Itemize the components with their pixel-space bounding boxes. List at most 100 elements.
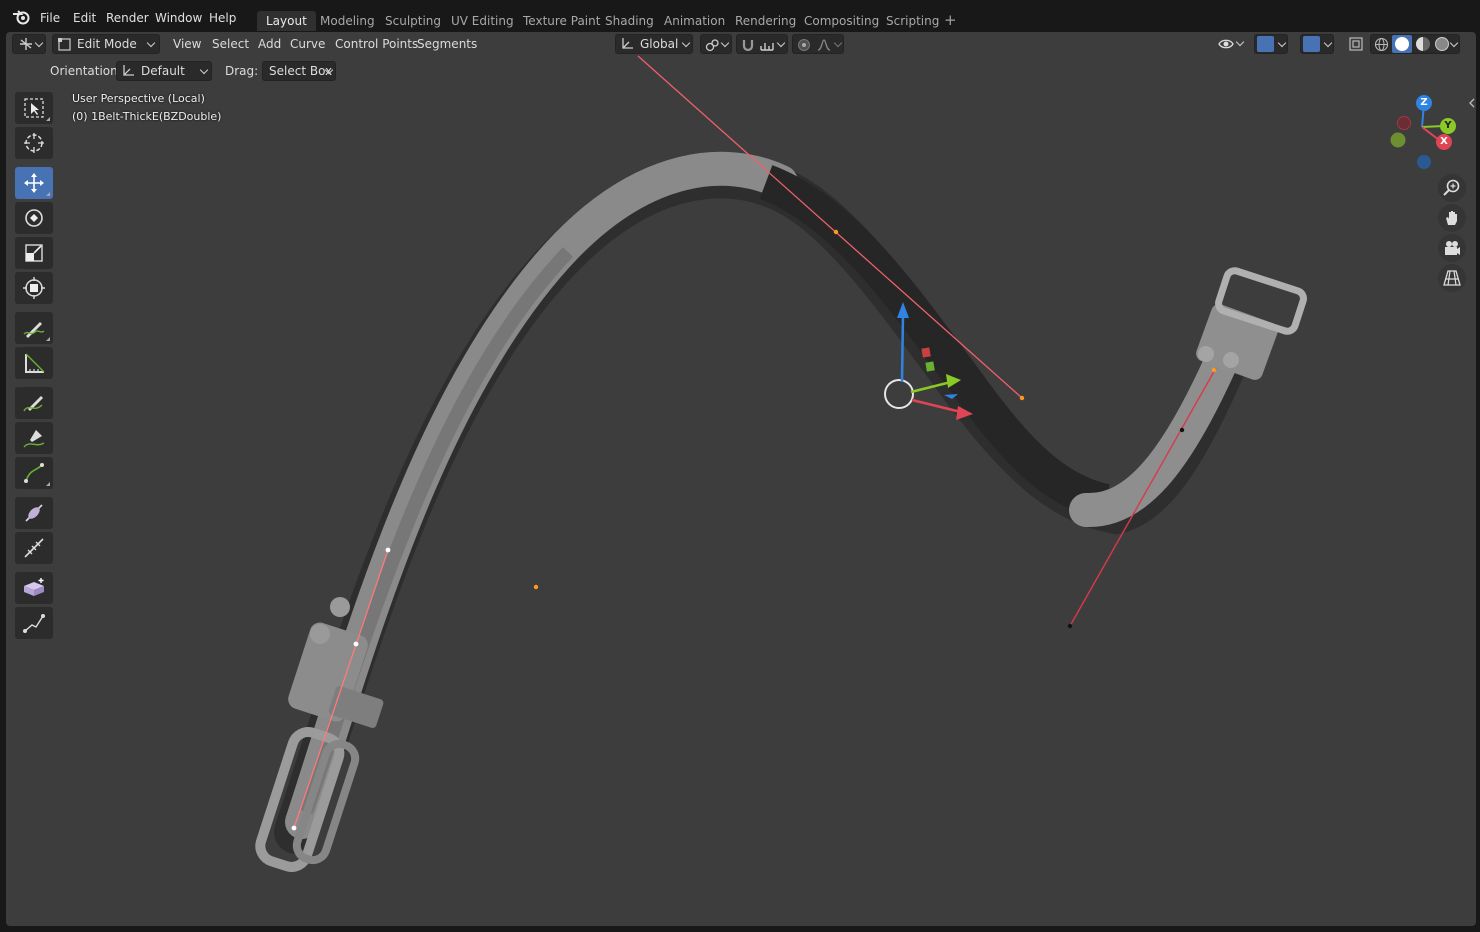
tool-annotate[interactable] bbox=[15, 312, 53, 344]
tool-cursor[interactable] bbox=[15, 127, 53, 159]
chevron-down-icon bbox=[199, 65, 209, 75]
perspective-toggle-button[interactable] bbox=[1438, 264, 1466, 292]
solid-shading-icon bbox=[1395, 37, 1409, 51]
rendered-shading-icon[interactable] bbox=[1435, 37, 1449, 51]
overlays-toggle[interactable] bbox=[1300, 34, 1334, 54]
pivot-point-dropdown[interactable] bbox=[700, 34, 732, 54]
control-point bbox=[291, 825, 297, 831]
camera-view-button[interactable] bbox=[1438, 234, 1466, 262]
top-bar: File Edit Render Window Help Layout Mode… bbox=[0, 0, 1480, 32]
editor-type-icon bbox=[20, 38, 32, 50]
zoom-button[interactable] bbox=[1438, 174, 1466, 202]
control-point bbox=[353, 641, 359, 647]
menu-edit[interactable]: Edit bbox=[73, 10, 96, 26]
annotate-icon bbox=[23, 322, 45, 338]
blender-logo-icon[interactable] bbox=[12, 8, 32, 26]
tool-draw[interactable] bbox=[15, 387, 53, 419]
gizmo-axis-z[interactable]: Z bbox=[1416, 95, 1432, 111]
tool-tilt[interactable] bbox=[15, 497, 53, 529]
tool-variants-indicator bbox=[46, 117, 50, 121]
orientation-axes-icon bbox=[123, 65, 134, 76]
wireframe-shading-icon[interactable] bbox=[1374, 37, 1389, 52]
xray-toggle[interactable] bbox=[1346, 34, 1366, 54]
viewport-scene bbox=[255, 55, 1445, 872]
eye-icon bbox=[1218, 39, 1234, 49]
menu-help[interactable]: Help bbox=[209, 10, 236, 26]
plus-icon[interactable]: + bbox=[944, 11, 957, 29]
handle-line-top bbox=[637, 55, 1023, 399]
drag-dropdown[interactable]: Select Box bbox=[262, 61, 336, 81]
tool-transform[interactable] bbox=[15, 272, 53, 304]
tool-scale[interactable] bbox=[15, 237, 53, 269]
tab-animation[interactable]: Animation bbox=[655, 11, 734, 31]
object-name: (0) 1Belt-ThickE(BZDouble) bbox=[72, 110, 222, 123]
menu-add[interactable]: Add bbox=[258, 34, 281, 54]
tab-shading[interactable]: Shading bbox=[596, 11, 663, 31]
tool-variants-indicator bbox=[46, 337, 50, 341]
transform-orientation-dropdown[interactable]: Global bbox=[615, 34, 693, 54]
control-point bbox=[1179, 427, 1185, 433]
3d-viewport[interactable]: Z Y X Edit Mode View Select Add Curve Co… bbox=[6, 32, 1476, 926]
magnet-icon bbox=[742, 40, 754, 52]
tool-randomize[interactable] bbox=[15, 607, 53, 639]
menu-window[interactable]: Window bbox=[155, 10, 202, 26]
chevron-down-icon bbox=[1235, 37, 1245, 47]
tool-radius[interactable] bbox=[15, 532, 53, 564]
menu-render[interactable]: Render bbox=[106, 10, 149, 26]
menu-view[interactable]: View bbox=[173, 34, 201, 54]
grid-perspective-icon bbox=[1443, 270, 1461, 286]
orientation-dropdown[interactable]: Default bbox=[116, 61, 212, 81]
tool-curve-pen[interactable] bbox=[15, 457, 53, 489]
tab-compositing[interactable]: Compositing bbox=[795, 11, 888, 31]
pivot-icon bbox=[705, 39, 719, 52]
proportional-edit-controls[interactable] bbox=[792, 34, 844, 54]
tool-select-box[interactable] bbox=[15, 92, 53, 124]
visibility-dropdown[interactable] bbox=[1216, 34, 1248, 54]
tool-rotate[interactable] bbox=[15, 202, 53, 234]
chevron-down-icon bbox=[1323, 38, 1333, 48]
proportional-edit-icon bbox=[798, 39, 810, 51]
material-shading-icon[interactable] bbox=[1416, 37, 1430, 51]
chevron-down-icon bbox=[776, 38, 786, 48]
orientation-value: Global bbox=[640, 37, 679, 51]
radius-icon bbox=[24, 538, 44, 558]
tab-scripting[interactable]: Scripting bbox=[877, 11, 948, 31]
xray-icon bbox=[1349, 37, 1363, 51]
menu-file[interactable]: File bbox=[40, 10, 60, 26]
gizmo-toggle[interactable] bbox=[1254, 34, 1288, 54]
shading-mode-buttons[interactable] bbox=[1370, 34, 1460, 54]
tab-rendering[interactable]: Rendering bbox=[726, 11, 805, 31]
tab-modeling[interactable]: Modeling bbox=[311, 11, 384, 31]
measure-icon bbox=[25, 353, 45, 373]
control-point bbox=[533, 584, 539, 590]
chevron-down-icon bbox=[720, 38, 730, 48]
tool-move[interactable] bbox=[15, 167, 53, 199]
mode-dropdown[interactable]: Edit Mode bbox=[52, 34, 160, 54]
tab-sculpting[interactable]: Sculpting bbox=[376, 11, 450, 31]
solid-shading-button[interactable] bbox=[1392, 35, 1412, 53]
tool-variants-indicator bbox=[46, 192, 50, 196]
menu-select[interactable]: Select bbox=[212, 34, 249, 54]
randomize-icon bbox=[23, 614, 45, 633]
editor-type-button[interactable] bbox=[12, 34, 46, 54]
orientation-label: Orientation: bbox=[50, 64, 122, 78]
menu-segments[interactable]: Segments bbox=[417, 34, 477, 54]
pan-button[interactable] bbox=[1438, 204, 1466, 232]
sidebar-toggle-icon[interactable] bbox=[1468, 98, 1476, 108]
tool-pen[interactable] bbox=[15, 422, 53, 454]
gizmo-icon bbox=[1257, 36, 1274, 52]
tab-uv-editing[interactable]: UV Editing bbox=[442, 11, 523, 31]
belt-underside bbox=[759, 165, 1111, 520]
view-name: User Perspective (Local) bbox=[72, 92, 205, 105]
menu-curve[interactable]: Curve bbox=[290, 34, 325, 54]
tilt-icon bbox=[25, 504, 43, 522]
orientation-axes-icon bbox=[622, 38, 633, 49]
gizmo-axis-y[interactable]: Y bbox=[1440, 118, 1456, 134]
tool-extrude[interactable] bbox=[15, 572, 53, 604]
gizmo-axis-x[interactable]: X bbox=[1436, 134, 1452, 150]
snap-controls[interactable] bbox=[736, 34, 788, 54]
menu-control-points[interactable]: Control Points bbox=[335, 34, 418, 54]
tool-measure[interactable] bbox=[15, 347, 53, 379]
control-point bbox=[1211, 367, 1217, 373]
tab-layout[interactable]: Layout bbox=[257, 11, 316, 31]
